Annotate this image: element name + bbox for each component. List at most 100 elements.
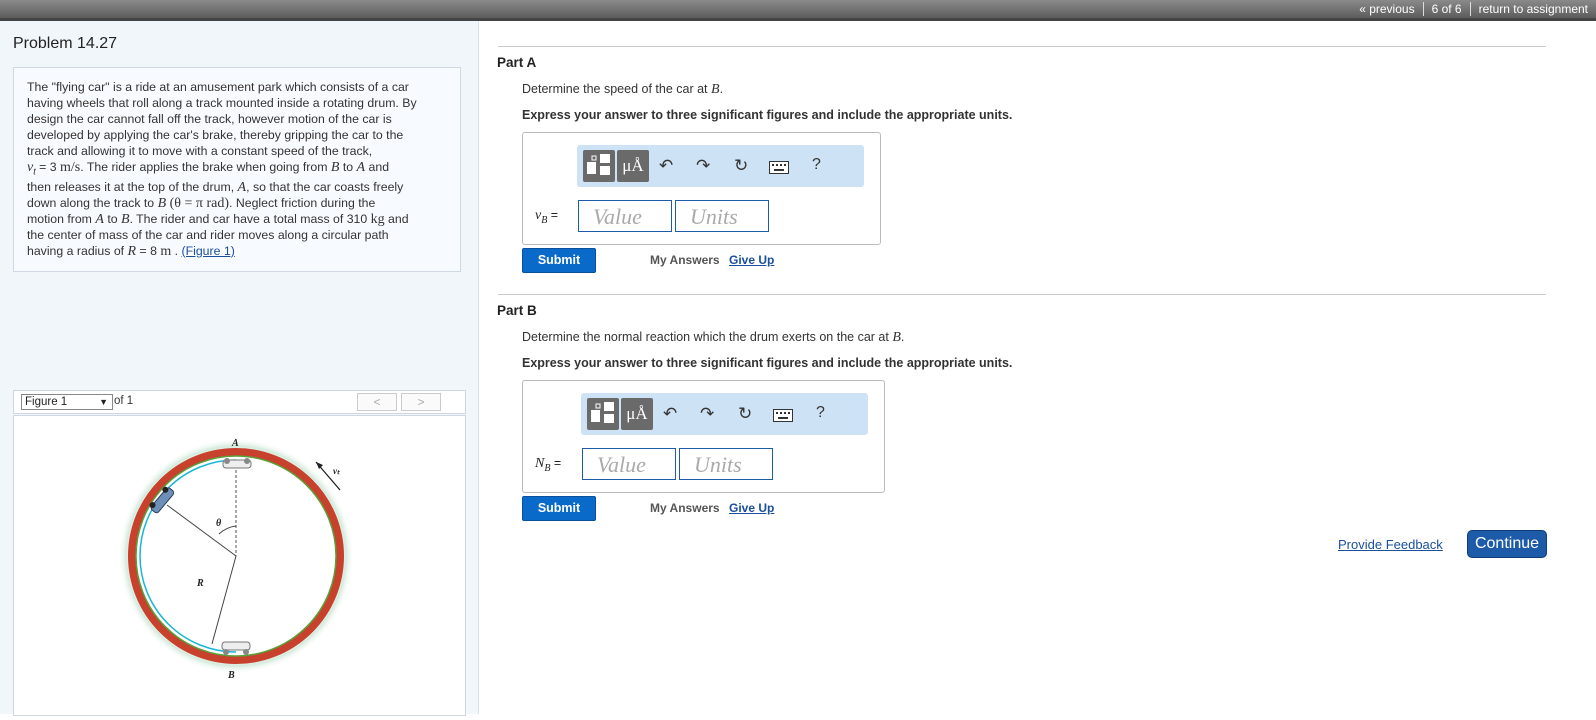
flying-car-drum-diagram: A B R θ vₜ [118, 438, 354, 681]
part-b-units-input[interactable]: Units [679, 448, 773, 480]
desc-text: , so that the car coasts freely [246, 179, 404, 194]
prompt-text: Determine the speed of the car at [522, 82, 711, 96]
part-b-instructions: Express your answer to three significant… [522, 356, 1013, 370]
return-to-assignment-link[interactable]: return to assignment [1469, 2, 1596, 16]
answer-panel: Part A Determine the speed of the car at… [479, 21, 1596, 714]
next-figure-button[interactable]: > [401, 393, 441, 411]
desc-text: . Neglect friction during the [229, 195, 376, 210]
part-a-value-input[interactable]: Value [578, 200, 672, 232]
part-b-answer-box: μÅ ↶ ↷ ↻ ? NB = Value Units [522, 380, 885, 493]
desc-line: having wheels that roll along a track mo… [27, 95, 417, 110]
units-icon[interactable]: μÅ [621, 398, 653, 430]
var-B: B [121, 211, 130, 227]
part-a-submit-button[interactable]: Submit [522, 248, 596, 273]
car-top-icon [222, 458, 252, 469]
var-A: A [237, 179, 247, 195]
part-b-math-toolbar: μÅ ↶ ↷ ↻ ? [581, 393, 868, 435]
desc-text: = 8 [136, 243, 161, 258]
theta-equation: (θ = π rad) [166, 195, 230, 211]
figure-select[interactable]: Figure 1 ▼ [21, 394, 113, 410]
undo-icon[interactable]: ↶ [659, 156, 673, 176]
figure-select-value: Figure 1 [25, 396, 68, 408]
part-b-divider [498, 294, 1546, 295]
var-A: A [95, 211, 104, 227]
templates-icon[interactable] [587, 398, 619, 430]
figure-count: of 1 [114, 395, 134, 407]
help-icon[interactable]: ? [816, 404, 825, 422]
problem-title: Problem 14.27 [13, 35, 118, 52]
top-bar: « previous 6 of 6 return to assignment [0, 0, 1596, 21]
desc-line: The "flying car" is a ride at an amuseme… [27, 80, 409, 94]
dropdown-arrow-icon: ▼ [99, 397, 108, 407]
prompt-text: Determine the normal reaction which the … [522, 330, 893, 344]
part-b-submit-button[interactable]: Submit [522, 496, 596, 521]
figure-navigation-bar: Figure 1 ▼ of 1 < > [13, 390, 466, 414]
keyboard-icon[interactable] [769, 159, 789, 179]
templates-icon[interactable] [583, 150, 615, 182]
part-a-answer-box: μÅ ↶ ↷ ↻ ? vB = Value Units [522, 132, 881, 245]
problem-panel: Problem 14.27 The "flying car" is a ride… [0, 21, 479, 716]
label-A: A [231, 438, 239, 449]
problem-description: The "flying car" is a ride at an amuseme… [13, 67, 461, 273]
redo-icon[interactable]: ↷ [700, 404, 714, 424]
prompt-text: . [900, 330, 905, 344]
part-b-variable-label: NB = [535, 456, 561, 474]
label-vt: vₜ [333, 466, 341, 476]
var-R: R [127, 243, 137, 259]
undo-icon[interactable]: ↶ [663, 404, 677, 424]
part-a-give-up-link[interactable]: Give Up [729, 253, 774, 267]
var-main: N [535, 456, 545, 471]
label-theta: θ [216, 518, 222, 529]
part-a-divider [498, 46, 1546, 47]
desc-text: then releases it at the top of the drum, [27, 179, 238, 194]
desc-text: . The rider and car have a total mass of… [129, 211, 371, 226]
part-a-my-answers[interactable]: My Answers [650, 253, 720, 267]
unit-text: m/s [60, 159, 81, 175]
reset-icon[interactable]: ↻ [738, 404, 752, 424]
desc-text: motion from [27, 211, 96, 226]
desc-text: = 3 [35, 159, 61, 174]
reset-icon[interactable]: ↻ [734, 156, 748, 176]
redo-icon[interactable]: ↷ [696, 156, 710, 176]
desc-text: . [171, 243, 182, 258]
desc-line: the center of mass of the car and rider … [27, 227, 389, 242]
desc-text: . The rider applies the brake when going… [80, 159, 331, 174]
part-a-units-input[interactable]: Units [675, 200, 769, 232]
equals-sign: = [547, 208, 559, 222]
part-b-give-up-link[interactable]: Give Up [729, 501, 774, 515]
part-b-value-input[interactable]: Value [582, 448, 676, 480]
part-a-math-toolbar: μÅ ↶ ↷ ↻ ? [577, 145, 864, 187]
desc-text: and [384, 211, 409, 226]
desc-text: to [103, 211, 121, 226]
unit-text: kg [370, 211, 385, 227]
part-a-prompt: Determine the speed of the car at B. [522, 82, 723, 98]
top-navigation: « previous 6 of 6 return to assignment [1351, 0, 1596, 18]
previous-link[interactable]: « previous [1351, 2, 1422, 16]
var-A: A [356, 159, 366, 175]
var-B: B [711, 82, 720, 97]
desc-text: having a radius of [27, 243, 128, 258]
var-B: B [157, 195, 167, 211]
help-icon[interactable]: ? [812, 156, 821, 174]
part-b-heading: Part B [497, 303, 537, 318]
provide-feedback-link[interactable]: Provide Feedback [1338, 537, 1443, 552]
figure-1-link[interactable]: (Figure 1) [181, 244, 234, 258]
desc-line: design the car cannot fall off the track… [27, 111, 392, 126]
part-b-my-answers[interactable]: My Answers [650, 501, 720, 515]
part-a-heading: Part A [497, 55, 537, 70]
page-count: 6 of 6 [1422, 2, 1470, 16]
desc-line: track and allowing it to move with a con… [27, 143, 373, 158]
equals-sign: = [550, 456, 562, 470]
figure-panel: A B R θ vₜ [13, 415, 466, 716]
previous-figure-button[interactable]: < [357, 393, 397, 411]
part-a-variable-label: vB = [535, 208, 558, 226]
keyboard-icon[interactable] [773, 407, 793, 427]
part-a-instructions: Express your answer to three significant… [522, 108, 1013, 122]
units-icon[interactable]: μÅ [617, 150, 649, 182]
desc-text: and [365, 159, 390, 174]
desc-text: down along the track to [27, 195, 158, 210]
continue-button[interactable]: Continue [1467, 530, 1547, 558]
label-R: R [196, 578, 204, 589]
label-B: B [227, 670, 235, 681]
prompt-text: . [719, 82, 724, 96]
